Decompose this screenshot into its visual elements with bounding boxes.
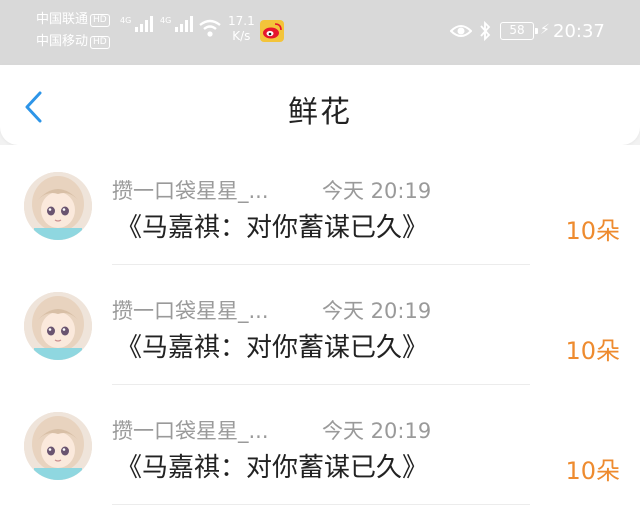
divider <box>112 504 530 505</box>
flower-count: 10朵 <box>565 457 620 485</box>
carrier-label-1: 中国联通 HD <box>36 12 110 28</box>
sender-name: 攒一口袋星星_... <box>112 419 269 443</box>
hd-badge: HD <box>90 14 110 27</box>
timestamp: 今天 20:19 <box>322 299 432 323</box>
signal-icon: 4G <box>120 16 154 32</box>
weibo-icon <box>260 20 284 42</box>
avatar[interactable] <box>24 292 92 360</box>
avatar[interactable] <box>24 172 92 240</box>
page-title: 鲜花 <box>288 95 352 130</box>
avatar[interactable] <box>24 412 92 480</box>
sender-name: 攒一口袋星星_... <box>112 179 269 203</box>
status-time: 20:37 <box>553 21 605 42</box>
timestamp: 今天 20:19 <box>322 419 432 443</box>
battery-indicator: 58 <box>500 22 538 40</box>
list-item[interactable]: 攒一口袋星星_... 今天 20:19 《马嘉祺：对你蓄谋已久》 10朵 <box>0 265 640 385</box>
eye-icon <box>450 25 472 37</box>
network-speed: 17.1 K/s <box>228 14 255 43</box>
list-item[interactable]: 攒一口袋星星_... 今天 20:19 《马嘉祺：对你蓄谋已久》 10朵 <box>0 145 640 265</box>
carrier-label-2: 中国移动 HD <box>36 34 110 50</box>
top-navigation-bar: 鲜花 <box>0 65 640 145</box>
wifi-icon <box>199 19 221 37</box>
flower-count: 10朵 <box>565 337 620 365</box>
status-bar: 中国联通 HD 中国移动 HD 4G 4G 17.1 K/s 58 ⚡ 20:3… <box>0 0 640 65</box>
timestamp: 今天 20:19 <box>322 179 432 203</box>
gift-title: 《马嘉祺：对你蓄谋已久》 <box>116 333 429 363</box>
signal-icon: 4G <box>160 16 194 32</box>
flower-gift-list: 攒一口袋星星_... 今天 20:19 《马嘉祺：对你蓄谋已久》 10朵 攒一口… <box>0 145 640 515</box>
sender-name: 攒一口袋星星_... <box>112 299 269 323</box>
hd-badge: HD <box>90 36 110 49</box>
gift-title: 《马嘉祺：对你蓄谋已久》 <box>116 453 429 483</box>
bluetooth-icon <box>480 20 491 42</box>
list-item[interactable]: 攒一口袋星星_... 今天 20:19 《马嘉祺：对你蓄谋已久》 10朵 <box>0 385 640 505</box>
charging-icon: ⚡ <box>540 22 550 38</box>
flower-count: 10朵 <box>565 217 620 245</box>
gift-title: 《马嘉祺：对你蓄谋已久》 <box>116 213 429 243</box>
